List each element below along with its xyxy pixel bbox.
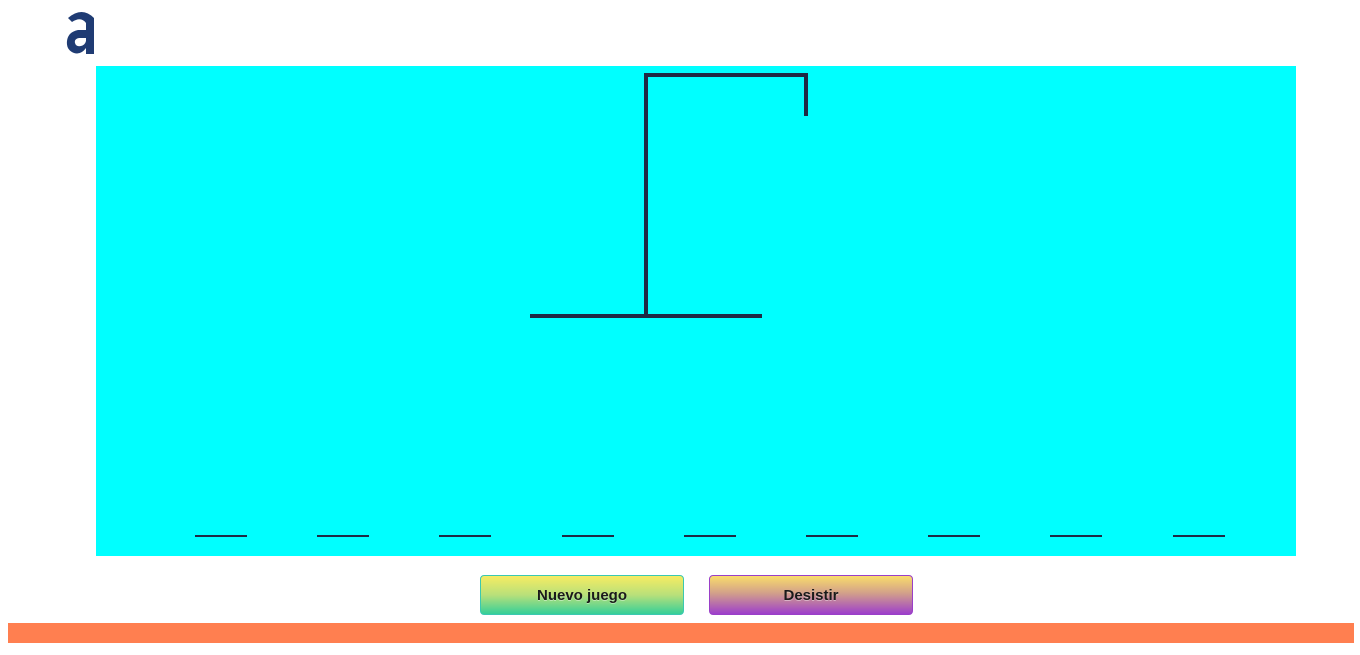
letter-slot — [317, 535, 369, 537]
letter-slot — [1173, 535, 1225, 537]
letter-slot — [439, 535, 491, 537]
game-board — [96, 66, 1296, 556]
brand-logo-icon — [64, 8, 100, 58]
hangman-page: Nuevo juego Desistir — [0, 0, 1360, 655]
new-game-button[interactable]: Nuevo juego — [480, 575, 684, 615]
new-game-label: Nuevo juego — [536, 586, 627, 604]
button-bar: Nuevo juego Desistir — [0, 575, 1360, 615]
footer-bar — [8, 623, 1354, 643]
letter-slot — [806, 535, 858, 537]
gallows-drawing — [530, 73, 808, 318]
letter-slot — [684, 535, 736, 537]
give-up-button[interactable]: Desistir — [709, 575, 913, 615]
give-up-label: Desistir — [783, 586, 839, 604]
letter-slot — [1050, 535, 1102, 537]
letter-slot — [928, 535, 980, 537]
letter-slot — [195, 535, 247, 537]
word-slots — [195, 535, 1235, 539]
letter-slot — [562, 535, 614, 537]
